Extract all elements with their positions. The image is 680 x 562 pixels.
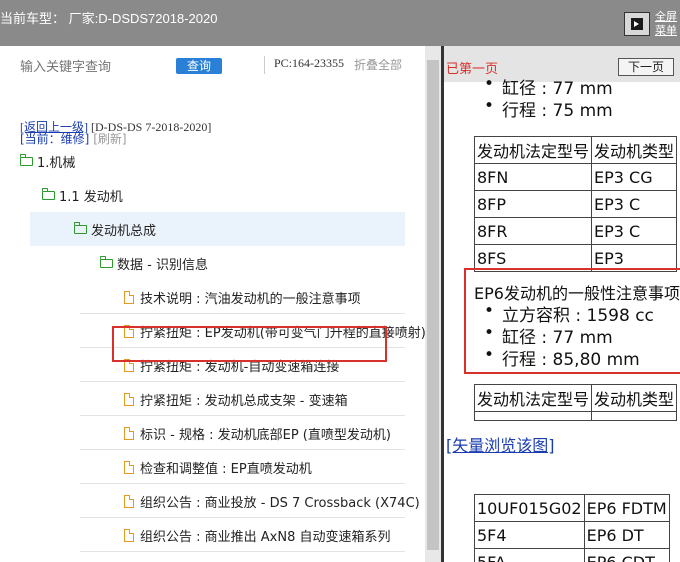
- left-panel: 查询 PC:164-23355 折叠全部 [返回上一级] [D-DS-DS 7-…: [0, 46, 425, 562]
- document-icon: [124, 392, 134, 406]
- fullscreen-icon: [631, 18, 643, 30]
- table-cell: EP6 CDT: [583, 548, 670, 562]
- tree-leaf-label: 检查和调整值 : EP直喷发动机: [140, 461, 312, 477]
- tree-leaf-label: 组织公告 : 商业推出 AxN8 自动变速箱系列: [140, 529, 391, 545]
- document-icon: [124, 426, 134, 440]
- engine-table: 发动机法定型号 发动机类型: [473, 384, 678, 421]
- tree-leaf[interactable]: 拧紧扭矩 : 发动机总成支架 - 变速箱: [0, 382, 405, 416]
- query-button[interactable]: 查询: [176, 58, 222, 74]
- engine-table: 发动机法定型号 发动机类型 8FN EP3 CG 8FP EP3 C 8FR EP3 C…: [473, 136, 678, 272]
- folder-icon: [19, 153, 33, 166]
- highlight-box: [464, 268, 680, 374]
- folder-icon: [99, 255, 113, 268]
- menu-link[interactable]: 菜单: [655, 24, 677, 38]
- table-cell: 5FA: [474, 548, 585, 562]
- pc-number: PC:164-23355: [274, 56, 345, 70]
- document-icon: [124, 528, 134, 542]
- document-icon: [124, 290, 134, 304]
- left-scrollbar[interactable]: [425, 46, 441, 562]
- vector-view-link[interactable]: [矢量浏览该图]: [446, 432, 555, 456]
- next-page-button[interactable]: 下一页: [618, 58, 674, 76]
- tree-node[interactable]: 1.机械: [0, 144, 405, 178]
- tree-node-label: 数据 - 识别信息: [117, 257, 208, 273]
- table-cell: EP3 C: [591, 190, 678, 218]
- fullscreen-link[interactable]: 全屏: [655, 10, 677, 24]
- document-viewer: 已第一页 下一页 缸径 : 77 mm 行程 : 75 mm 发动机法定型号发动…: [444, 46, 680, 562]
- table-header: 发动机法定型号: [473, 384, 593, 412]
- fullscreen-button[interactable]: [624, 12, 650, 36]
- tree-leaf[interactable]: 检查和调整值 : EP直喷发动机: [0, 450, 405, 484]
- current-vehicle-label: 当前车型： 厂家:D-DSDS72018-2020: [0, 11, 218, 26]
- toolbar-divider: [264, 56, 265, 74]
- table-cell: EP3 CG: [591, 163, 678, 191]
- tree-leaf[interactable]: 技术说明 : 汽油发动机的一般注意事项: [0, 280, 405, 314]
- tree-node-selected[interactable]: 发动机总成: [0, 212, 405, 246]
- engine-table: 10UF015G02 EP6 FDTM 5F4 EP6 DT 5FA EP6 CDT: [474, 494, 670, 562]
- table-header: 发动机类型: [591, 384, 678, 412]
- table-cell: 8FP: [473, 190, 593, 218]
- table-cell: EP3 C: [591, 217, 678, 245]
- tree-node-label: 1.1 发动机: [59, 189, 123, 205]
- collapse-all-link[interactable]: 折叠全部: [354, 56, 402, 73]
- tree-leaf[interactable]: 标识 - 规格 : 发动机底部EP (直喷型发动机): [0, 416, 405, 450]
- table-cell: EP6 FDTM: [583, 494, 670, 522]
- table-cell: 5F4: [474, 521, 585, 549]
- table-cell: [591, 411, 678, 421]
- folder-icon: [41, 187, 55, 200]
- tree-node-label: 发动机总成: [91, 223, 157, 239]
- tree-leaf-label: 组织公告 : 商业投放 - DS 7 Crossback (X74C): [140, 495, 420, 511]
- tree-leaf-label: 技术说明 : 汽油发动机的一般注意事项: [140, 291, 361, 307]
- table-header: 发动机法定型号: [473, 136, 593, 164]
- folder-icon: [73, 221, 87, 234]
- table-cell: EP6 DT: [583, 521, 670, 549]
- document-icon: [124, 494, 134, 508]
- tree-leaf[interactable]: 组织公告 : 商业投放 - DS 7 Crossback (X74C): [0, 484, 420, 518]
- search-input[interactable]: [20, 59, 170, 74]
- top-bar: 当前车型： 厂家:D-DSDS72018-2020 全屏 菜单: [0, 0, 680, 46]
- table-cell: 8FR: [473, 217, 593, 245]
- tree-leaf-label: 标识 - 规格 : 发动机底部EP (直喷型发动机): [140, 427, 391, 443]
- tree-leaf[interactable]: 组织公告 : 商业推出 AxN8 自动变速箱系列: [0, 518, 405, 552]
- row-divider: [80, 551, 405, 552]
- fullscreen-links: 全屏 菜单: [655, 10, 677, 38]
- spec-bullet: 行程 : 75 mm: [484, 96, 613, 121]
- scrollbar-thumb[interactable]: [427, 60, 439, 550]
- table-header: 发动机类型: [591, 136, 678, 164]
- table-cell: 10UF015G02: [474, 494, 585, 522]
- document-icon: [124, 460, 134, 474]
- tree-leaf-label: 拧紧扭矩 : 发动机总成支架 - 变速箱: [140, 393, 348, 409]
- table-cell: [473, 411, 593, 421]
- table-cell: 8FN: [473, 163, 593, 191]
- highlight-box: [112, 326, 387, 362]
- tree-node[interactable]: 数据 - 识别信息: [0, 246, 405, 280]
- tree-node-label: 1.机械: [37, 155, 76, 171]
- tree-node[interactable]: 1.1 发动机: [0, 178, 405, 212]
